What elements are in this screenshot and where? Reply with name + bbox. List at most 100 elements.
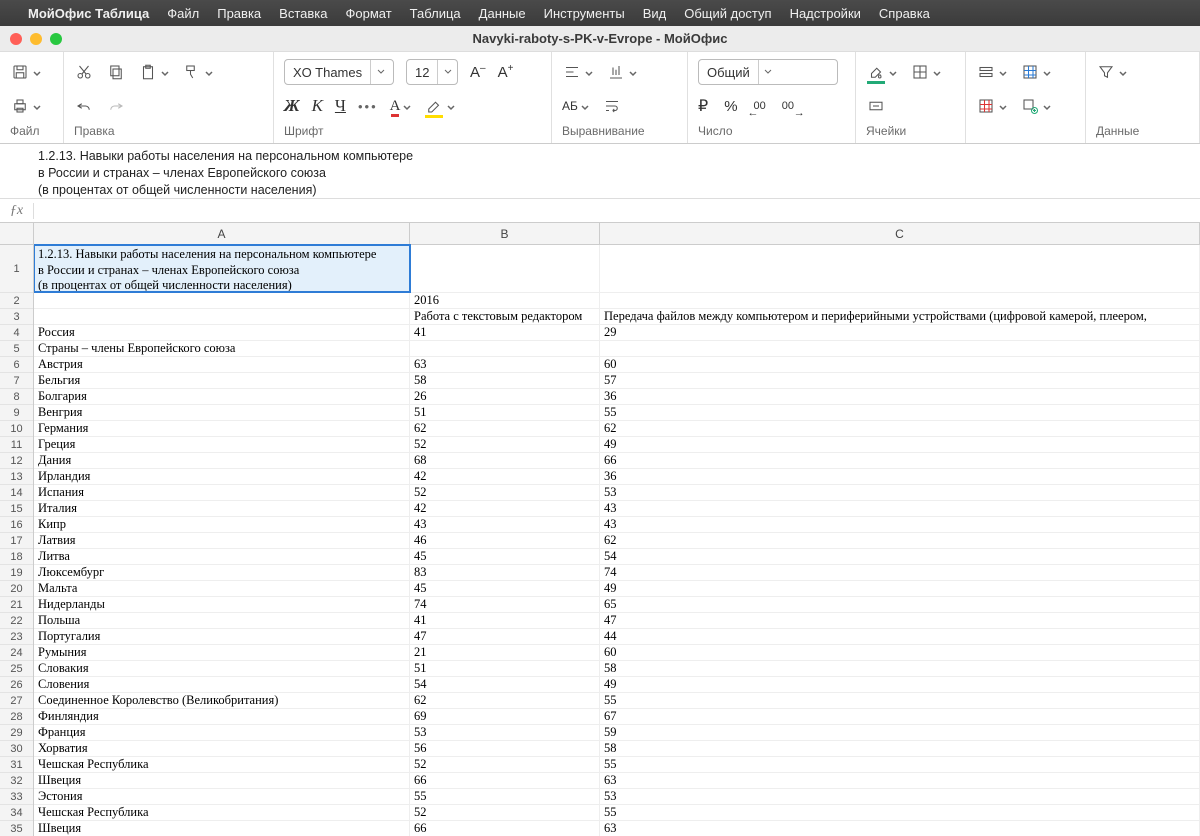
- cell[interactable]: 62: [410, 421, 600, 436]
- number-format-combo[interactable]: Общий: [698, 59, 838, 85]
- cell[interactable]: 63: [600, 773, 1200, 788]
- cell[interactable]: [600, 245, 1200, 292]
- insert-table-button[interactable]: [1020, 62, 1052, 82]
- row-header[interactable]: 12: [0, 453, 33, 469]
- menu-edit[interactable]: Правка: [217, 6, 261, 21]
- cell[interactable]: 47: [600, 613, 1200, 628]
- table-row[interactable]: Словакия5158: [34, 661, 1200, 677]
- cell[interactable]: 55: [410, 789, 600, 804]
- table-row[interactable]: Болгария2636: [34, 389, 1200, 405]
- table-row[interactable]: Швеция6663: [34, 821, 1200, 836]
- cell[interactable]: 74: [410, 597, 600, 612]
- cell[interactable]: Венгрия: [34, 405, 410, 420]
- row-header[interactable]: 3: [0, 309, 33, 325]
- print-button[interactable]: [10, 96, 42, 116]
- table-row[interactable]: Дания6866: [34, 453, 1200, 469]
- row-header[interactable]: 20: [0, 581, 33, 597]
- wrap-text-icon[interactable]: [602, 96, 622, 116]
- merge-cells-icon[interactable]: [866, 96, 886, 116]
- table-row[interactable]: Германия6262: [34, 421, 1200, 437]
- cell[interactable]: 63: [600, 821, 1200, 836]
- redo-icon[interactable]: [106, 96, 126, 116]
- row-header[interactable]: 7: [0, 373, 33, 389]
- cell[interactable]: 46: [410, 533, 600, 548]
- save-button[interactable]: [10, 62, 42, 82]
- row-header[interactable]: 8: [0, 389, 33, 405]
- font-size-combo[interactable]: 12: [406, 59, 458, 85]
- increase-font-icon[interactable]: A+: [498, 63, 514, 82]
- fx-icon[interactable]: ƒx: [0, 203, 34, 219]
- table-row[interactable]: Люксембург8374: [34, 565, 1200, 581]
- cell[interactable]: 66: [600, 453, 1200, 468]
- table-row[interactable]: Польша4147: [34, 613, 1200, 629]
- cell[interactable]: 60: [600, 645, 1200, 660]
- cell[interactable]: Дания: [34, 453, 410, 468]
- row-header[interactable]: 34: [0, 805, 33, 821]
- row-header[interactable]: 21: [0, 597, 33, 613]
- cell[interactable]: 55: [600, 405, 1200, 420]
- cut-icon[interactable]: [74, 62, 94, 82]
- cell[interactable]: [410, 341, 600, 356]
- table-row[interactable]: Венгрия5155: [34, 405, 1200, 421]
- cell[interactable]: 1.2.13. Навыки работы населения на персо…: [34, 245, 410, 292]
- cell[interactable]: 49: [600, 437, 1200, 452]
- menu-insert[interactable]: Вставка: [279, 6, 327, 21]
- cell[interactable]: Болгария: [34, 389, 410, 404]
- copy-icon[interactable]: [106, 62, 126, 82]
- cell[interactable]: Страны – члены Европейского союза: [34, 341, 410, 356]
- cell[interactable]: Португалия: [34, 629, 410, 644]
- table-row[interactable]: Португалия4744: [34, 629, 1200, 645]
- cell[interactable]: 43: [410, 517, 600, 532]
- table-row[interactable]: Италия4243: [34, 501, 1200, 517]
- cell[interactable]: Соединенное Королевство (Великобритания): [34, 693, 410, 708]
- table-row[interactable]: Франция5359: [34, 725, 1200, 741]
- cell[interactable]: Греция: [34, 437, 410, 452]
- font-color-button[interactable]: A: [390, 98, 413, 115]
- cell[interactable]: Испания: [34, 485, 410, 500]
- fill-color-button[interactable]: [866, 62, 898, 82]
- cell[interactable]: 41: [410, 613, 600, 628]
- table-row[interactable]: 1.2.13. Навыки работы населения на персо…: [34, 245, 1200, 293]
- cell[interactable]: 74: [600, 565, 1200, 580]
- percent-button[interactable]: %: [724, 98, 737, 115]
- cell[interactable]: [34, 293, 410, 308]
- row-header[interactable]: 33: [0, 789, 33, 805]
- cell[interactable]: 62: [600, 533, 1200, 548]
- filter-button[interactable]: [1096, 62, 1128, 82]
- cell[interactable]: Хорватия: [34, 741, 410, 756]
- text-orientation-button[interactable]: АБ: [562, 99, 590, 113]
- cell[interactable]: Швеция: [34, 773, 410, 788]
- cell[interactable]: 66: [410, 821, 600, 836]
- insert-cells-button[interactable]: [1020, 96, 1052, 116]
- menu-data[interactable]: Данные: [479, 6, 526, 21]
- undo-icon[interactable]: [74, 96, 94, 116]
- cell[interactable]: 59: [600, 725, 1200, 740]
- cell[interactable]: 54: [600, 549, 1200, 564]
- table-row[interactable]: Нидерланды7465: [34, 597, 1200, 613]
- cell[interactable]: [600, 293, 1200, 308]
- row-header[interactable]: 5: [0, 341, 33, 357]
- table-row[interactable]: Кипр4343: [34, 517, 1200, 533]
- cell[interactable]: Италия: [34, 501, 410, 516]
- cell[interactable]: Люксембург: [34, 565, 410, 580]
- cell[interactable]: 52: [410, 485, 600, 500]
- table-row[interactable]: Румыния2160: [34, 645, 1200, 661]
- cell[interactable]: Австрия: [34, 357, 410, 372]
- row-header[interactable]: 26: [0, 677, 33, 693]
- row-header[interactable]: 4: [0, 325, 33, 341]
- table-row[interactable]: Испания5253: [34, 485, 1200, 501]
- row-header[interactable]: 10: [0, 421, 33, 437]
- cell[interactable]: 51: [410, 405, 600, 420]
- menubar-app[interactable]: МойОфис Таблица: [28, 6, 149, 21]
- cell[interactable]: Финляндия: [34, 709, 410, 724]
- cell[interactable]: 36: [600, 469, 1200, 484]
- cell[interactable]: 36: [600, 389, 1200, 404]
- cell[interactable]: 56: [410, 741, 600, 756]
- cell[interactable]: 21: [410, 645, 600, 660]
- row-header[interactable]: 30: [0, 741, 33, 757]
- increase-decimal-button[interactable]: 00→: [782, 100, 794, 112]
- row-header[interactable]: 29: [0, 725, 33, 741]
- table-row[interactable]: Словения5449: [34, 677, 1200, 693]
- table-row[interactable]: Чешская Республика5255: [34, 805, 1200, 821]
- row-header[interactable]: 16: [0, 517, 33, 533]
